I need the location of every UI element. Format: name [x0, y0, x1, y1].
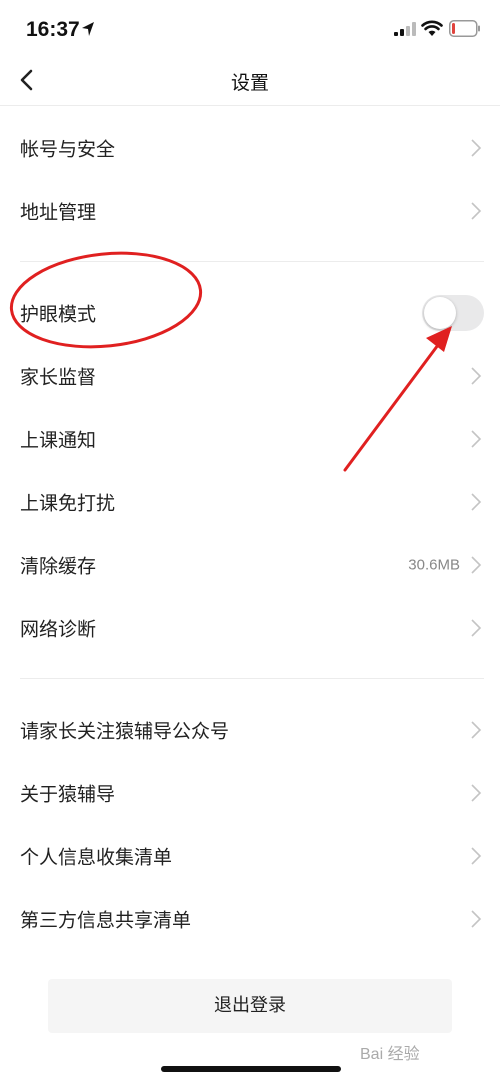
signal-icon — [394, 22, 416, 36]
chevron-right-icon — [471, 783, 482, 802]
settings-item-personal-info-list[interactable]: 个人信息收集清单 — [0, 824, 500, 887]
settings-item-third-party-sharing-list[interactable]: 第三方信息共享清单 — [0, 887, 500, 950]
nav-bar: 设置 — [0, 58, 500, 106]
chevron-right-icon — [471, 720, 482, 739]
group-divider — [20, 261, 484, 262]
chevron-right-icon — [471, 366, 482, 385]
chevron-right-icon — [471, 138, 482, 157]
group-divider — [20, 678, 484, 679]
battery-icon — [449, 20, 480, 37]
chevron-right-icon — [471, 555, 482, 574]
settings-item-label: 家长监督 — [20, 366, 97, 388]
settings-item-about[interactable]: 关于猿辅导 — [0, 761, 500, 824]
chevron-right-icon — [471, 429, 482, 448]
chevron-right-icon — [471, 618, 482, 637]
settings-item-account-security[interactable]: 帐号与安全 — [0, 116, 500, 179]
location-arrow-icon — [82, 22, 94, 36]
cache-size-value: 30.6MB — [408, 556, 460, 573]
page-title: 设置 — [230, 72, 269, 94]
settings-item-label: 护眼模式 — [20, 303, 97, 325]
settings-item-label: 关于猿辅导 — [20, 783, 116, 805]
toggle-knob — [424, 296, 456, 329]
status-time: 16:37 — [26, 18, 80, 41]
settings-item-class-notification[interactable]: 上课通知 — [0, 407, 500, 470]
chevron-right-icon — [471, 201, 482, 220]
settings-item-clear-cache[interactable]: 清除缓存 30.6MB — [0, 533, 500, 596]
settings-item-network-diagnosis[interactable]: 网络诊断 — [0, 596, 500, 659]
settings-item-do-not-disturb[interactable]: 上课免打扰 — [0, 470, 500, 533]
settings-item-label: 清除缓存 — [20, 555, 97, 577]
settings-item-label: 帐号与安全 — [20, 138, 116, 160]
wifi-icon — [421, 20, 443, 36]
settings-item-follow-official-account[interactable]: 请家长关注猿辅导公众号 — [0, 698, 500, 761]
settings-item-label: 上课免打扰 — [20, 492, 116, 514]
status-bar: 16:37 — [0, 0, 500, 58]
settings-item-label: 请家长关注猿辅导公众号 — [20, 720, 230, 742]
eye-care-toggle[interactable] — [422, 294, 484, 331]
settings-item-address[interactable]: 地址管理 — [0, 179, 500, 242]
settings-item-label: 网络诊断 — [20, 618, 97, 640]
settings-item-label: 个人信息收集清单 — [20, 846, 173, 868]
watermark: Bai 经验 — [360, 1046, 420, 1063]
settings-item-eye-care-mode: 护眼模式 — [0, 281, 500, 344]
chevron-right-icon — [471, 909, 482, 928]
chevron-right-icon — [471, 846, 482, 865]
settings-item-label: 地址管理 — [20, 201, 97, 223]
home-indicator[interactable] — [161, 1066, 341, 1072]
logout-button[interactable]: 退出登录 — [48, 979, 452, 1033]
chevron-right-icon — [471, 492, 482, 511]
settings-item-label: 上课通知 — [20, 429, 97, 451]
settings-item-parental-supervision[interactable]: 家长监督 — [0, 344, 500, 407]
settings-item-label: 第三方信息共享清单 — [20, 909, 192, 931]
